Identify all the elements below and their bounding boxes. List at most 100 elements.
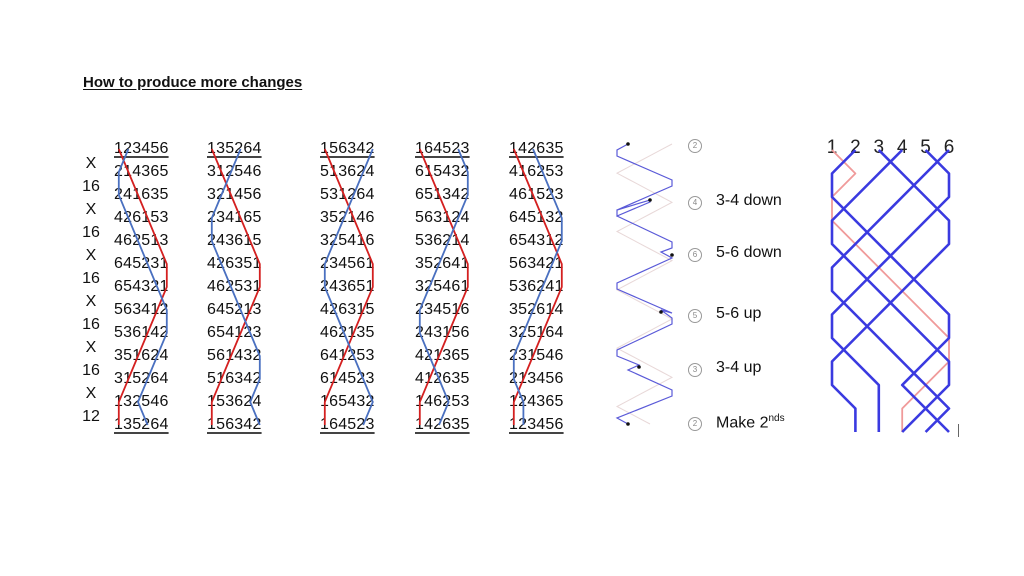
blue-bell-line bbox=[830, 149, 951, 433]
change-row: 153624 bbox=[207, 393, 262, 410]
change-row: 536214 bbox=[415, 232, 470, 249]
change-row: 123456 bbox=[509, 416, 564, 433]
change-row: 231546 bbox=[509, 347, 564, 364]
grid-header-number: 2 bbox=[850, 137, 861, 158]
change-row: 243651 bbox=[320, 278, 375, 295]
method-column: 142635 416253 461523 645132 654312 563421 5362… bbox=[509, 137, 564, 436]
change-row: 513624 bbox=[320, 163, 375, 180]
text-cursor bbox=[958, 424, 959, 437]
circled-number: 5 bbox=[688, 309, 702, 323]
change-row: 243615 bbox=[207, 232, 262, 249]
step-label-text: 3-4 up bbox=[716, 359, 762, 376]
zigzag-path bbox=[615, 143, 674, 425]
change-row: 536142 bbox=[114, 324, 169, 341]
change-row: 536241 bbox=[509, 278, 564, 295]
lead-dot bbox=[626, 422, 630, 426]
change-row: 124365 bbox=[509, 393, 564, 410]
multiplier-label: X bbox=[85, 201, 97, 218]
change-row: 352614 bbox=[509, 301, 564, 318]
circled-number: 3 bbox=[688, 363, 702, 377]
blue-bell-line bbox=[830, 149, 951, 433]
change-row: 135264 bbox=[114, 416, 169, 433]
multiplier-label: X bbox=[85, 247, 97, 264]
change-row: 416253 bbox=[509, 163, 564, 180]
multiplier-label: X bbox=[85, 339, 97, 356]
multiplier-column: X 16 X 16 X 16 X 16 X 16 X 12 bbox=[80, 152, 102, 428]
change-row: 321456 bbox=[207, 186, 262, 203]
step-label-text: 3-4 down bbox=[716, 192, 782, 209]
change-row: 654321 bbox=[114, 278, 169, 295]
multiplier-label: 12 bbox=[82, 408, 100, 425]
change-row: 132546 bbox=[114, 393, 169, 410]
change-row: 243156 bbox=[415, 324, 470, 341]
method-column: 156342 513624 531264 352146 325416 234561 2436… bbox=[320, 137, 375, 436]
change-row: 234561 bbox=[320, 255, 375, 272]
grid-header-number: 5 bbox=[920, 137, 931, 158]
change-row: 563124 bbox=[415, 209, 470, 226]
change-row: 645213 bbox=[207, 301, 262, 318]
red-treble-line bbox=[831, 149, 950, 432]
change-row: 325164 bbox=[509, 324, 564, 341]
change-row: 645231 bbox=[114, 255, 169, 272]
step-label: 3-4 up bbox=[716, 359, 761, 377]
circled-number: 4 bbox=[688, 196, 702, 210]
change-row: 156342 bbox=[207, 416, 262, 433]
change-row: 426315 bbox=[320, 301, 375, 318]
change-row: 563412 bbox=[114, 301, 169, 318]
lead-dot bbox=[659, 310, 663, 314]
lead-dot bbox=[670, 253, 674, 257]
change-row: 352146 bbox=[320, 209, 375, 226]
change-row: 462531 bbox=[207, 278, 262, 295]
change-row: 462135 bbox=[320, 324, 375, 341]
change-row: 135264 bbox=[207, 140, 262, 157]
grid-header-number: 4 bbox=[897, 137, 908, 158]
circled-number: 6 bbox=[688, 248, 702, 262]
change-row: 421365 bbox=[415, 347, 470, 364]
step-label-text: 5-6 down bbox=[716, 244, 782, 261]
change-row: 651342 bbox=[415, 186, 470, 203]
change-row: 146253 bbox=[415, 393, 470, 410]
method-column: 164523 615432 651342 563124 536214 352641 3254… bbox=[415, 137, 470, 436]
circled-number: 2 bbox=[688, 417, 702, 431]
change-row: 214365 bbox=[114, 163, 169, 180]
blue-bell-line bbox=[830, 149, 951, 433]
change-row: 165432 bbox=[320, 393, 375, 410]
change-row: 531264 bbox=[320, 186, 375, 203]
change-row: 142635 bbox=[509, 140, 564, 157]
ghost-path bbox=[615, 143, 674, 425]
change-row: 641253 bbox=[320, 347, 375, 364]
circled-number: 2 bbox=[688, 139, 702, 153]
multiplier-label: 16 bbox=[82, 178, 100, 195]
change-row: 352641 bbox=[415, 255, 470, 272]
lead-dot bbox=[648, 198, 652, 202]
lead-dot bbox=[637, 365, 641, 369]
change-row: 426351 bbox=[207, 255, 262, 272]
change-row: 351624 bbox=[114, 347, 169, 364]
change-row: 312546 bbox=[207, 163, 262, 180]
method-column: 123456 214365 241635 426153 462513 645231 6543… bbox=[114, 137, 169, 436]
lead-dot bbox=[626, 142, 630, 146]
change-row: 462513 bbox=[114, 232, 169, 249]
change-row: 241635 bbox=[114, 186, 169, 203]
change-row: 561432 bbox=[207, 347, 262, 364]
change-row: 615432 bbox=[415, 163, 470, 180]
change-row: 645132 bbox=[509, 209, 564, 226]
change-row: 123456 bbox=[114, 140, 169, 157]
change-row: 213456 bbox=[509, 370, 564, 387]
change-row: 325416 bbox=[320, 232, 375, 249]
multiplier-label: X bbox=[85, 155, 97, 172]
multiplier-label: X bbox=[85, 293, 97, 310]
step-label: Make 2nds bbox=[716, 413, 785, 432]
step-label-sup: nds bbox=[768, 413, 785, 424]
change-row: 426153 bbox=[114, 209, 169, 226]
change-row: 461523 bbox=[509, 186, 564, 203]
step-label: 5-6 up bbox=[716, 305, 761, 323]
change-row: 654312 bbox=[509, 232, 564, 249]
change-row: 654123 bbox=[207, 324, 262, 341]
step-label-text: Make 2 bbox=[716, 414, 769, 432]
step-label: 3-4 down bbox=[716, 192, 782, 210]
grid-header-number: 1 bbox=[827, 137, 838, 158]
page-title: How to produce more changes bbox=[83, 74, 303, 91]
grid-header-number: 6 bbox=[944, 137, 955, 158]
multiplier-label: 16 bbox=[82, 270, 100, 287]
